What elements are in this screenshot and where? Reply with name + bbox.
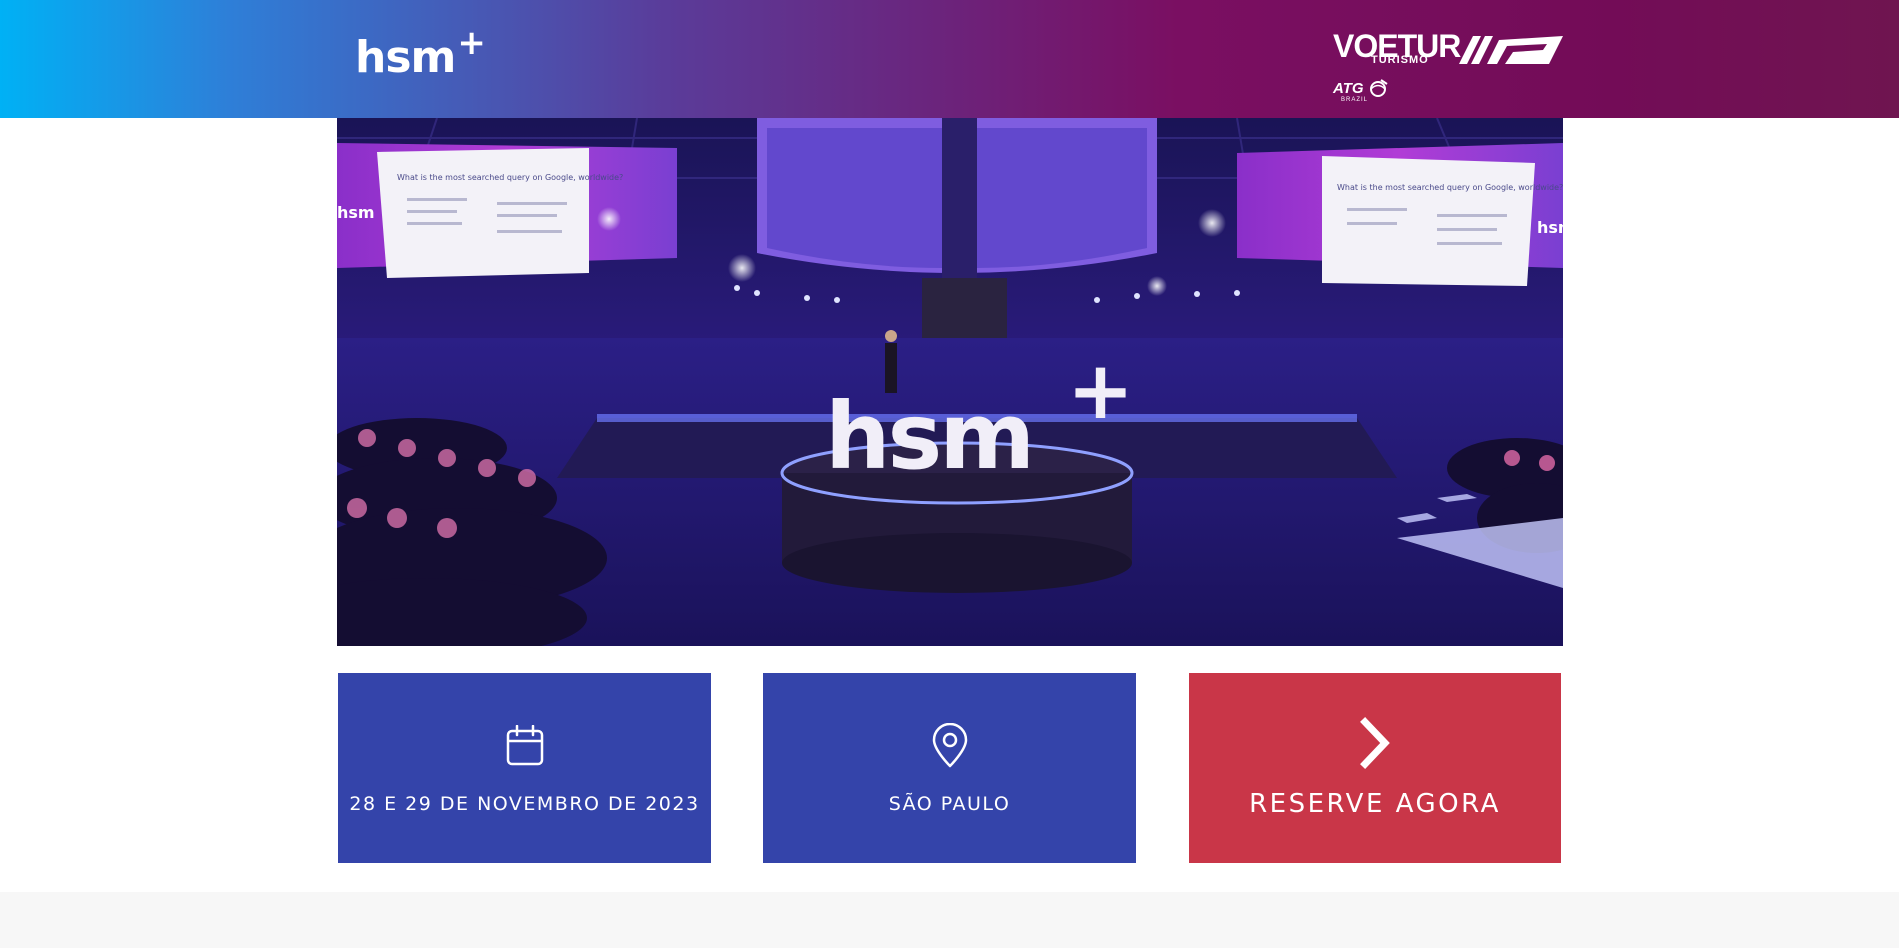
reserve-now-label: RESERVE AGORA	[1249, 789, 1501, 819]
partner-secondary-subtitle: BRAZIL	[1341, 97, 1369, 103]
voetur-stripes-icon	[1459, 36, 1563, 64]
conference-stage-photo: What is the most searched query on Googl…	[337, 118, 1563, 646]
stage-sign-plus: +	[1067, 344, 1134, 437]
footer-band	[0, 892, 1899, 948]
event-date-label: 28 E 29 DE NOVEMBRO DE 2023	[349, 793, 700, 815]
event-hero-image: What is the most searched query on Googl…	[337, 118, 1563, 646]
chevron-right-icon	[1360, 717, 1390, 769]
right-screen-question: What is the most searched query on Googl…	[1337, 183, 1563, 192]
hsm-logo-plus: +	[457, 23, 486, 63]
event-date-card: 28 E 29 DE NOVEMBRO DE 2023	[338, 673, 711, 863]
partner-secondary-name: ATG	[1333, 80, 1364, 97]
reserve-now-button[interactable]: RESERVE AGORA	[1189, 673, 1561, 863]
stage-sign: hsm	[825, 383, 1032, 490]
left-wall-logo: hsm	[337, 203, 375, 222]
partner-logo: VOETUR TURISMO ATG BRAZIL	[1333, 28, 1563, 108]
partner-subtitle: TURISMO	[1371, 54, 1429, 66]
hsm-logo-text: hsm	[355, 32, 456, 83]
event-location-card: SÃO PAULO	[763, 673, 1136, 863]
atg-globe-icon	[1370, 79, 1388, 97]
calendar-icon	[506, 725, 543, 766]
left-screen-question: What is the most searched query on Googl…	[397, 173, 623, 182]
right-wall-logo: hsm	[1537, 218, 1563, 237]
map-pin-icon	[932, 723, 967, 768]
site-header: hsm + VOETUR TURISMO ATG BRAZIL	[0, 0, 1899, 118]
hsm-logo[interactable]: hsm +	[355, 23, 486, 86]
event-location-label: SÃO PAULO	[888, 793, 1011, 815]
